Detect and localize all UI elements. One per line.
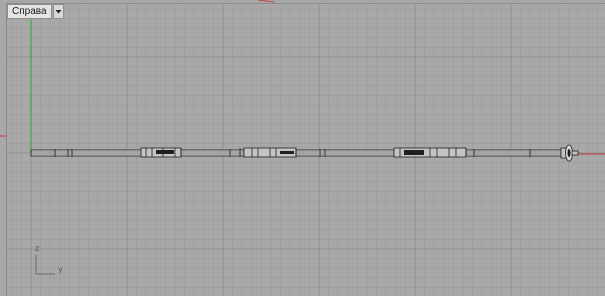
grid-canvas[interactable] (0, 0, 605, 296)
viewport-tab[interactable]: Справа (7, 4, 64, 19)
axis-label-z: z (35, 244, 40, 253)
viewport-title[interactable]: Справа (7, 4, 52, 19)
dropdown-arrow-icon[interactable] (52, 4, 64, 19)
top-edge-mark (257, 0, 275, 3)
model-object[interactable] (30, 144, 579, 162)
axis-label-y: y (58, 265, 63, 274)
axis-indicator (35, 255, 55, 275)
viewport-right[interactable]: Справа z y (0, 0, 605, 296)
